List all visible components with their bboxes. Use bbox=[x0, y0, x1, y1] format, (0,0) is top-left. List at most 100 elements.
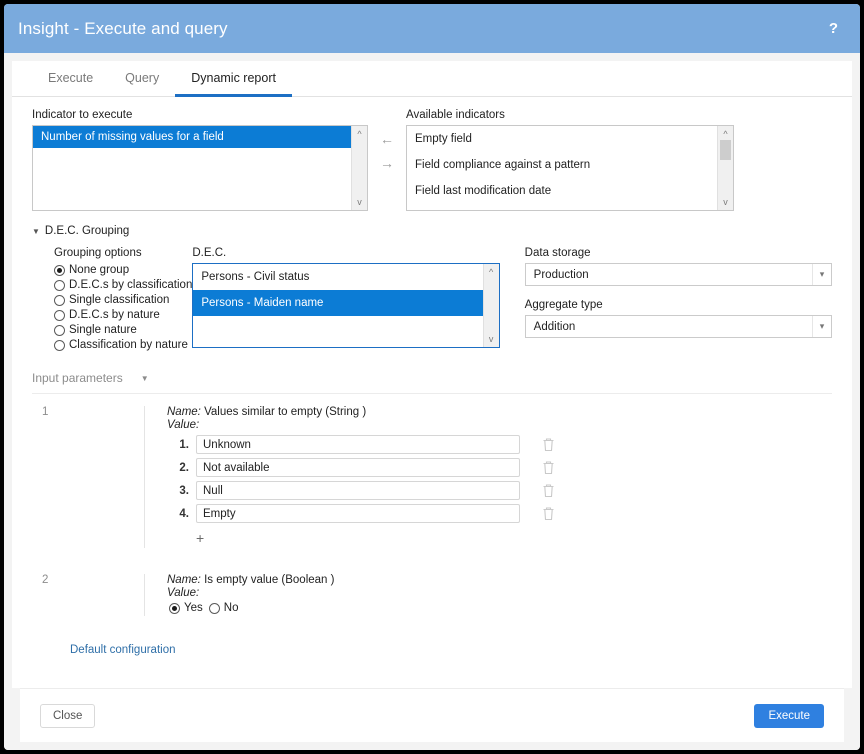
radio-classification-by-nature[interactable]: Classification by nature bbox=[54, 338, 192, 353]
indicator-to-execute-scrollbar[interactable]: ^ v bbox=[351, 126, 367, 210]
default-configuration-link[interactable]: Default configuration bbox=[32, 644, 832, 656]
radio-decs-by-classification[interactable]: D.E.C.s by classification bbox=[54, 278, 192, 293]
scrollbar-thumb[interactable] bbox=[720, 140, 731, 160]
value-index: 3. bbox=[167, 485, 189, 497]
param-value-row: 3. bbox=[167, 481, 832, 500]
radio-single-classification[interactable]: Single classification bbox=[54, 293, 192, 308]
value-input-4[interactable] bbox=[196, 504, 520, 523]
dec-grouping-row: Grouping options None group D.E.C.s by c… bbox=[32, 247, 832, 353]
add-value-row: + bbox=[167, 530, 832, 548]
move-right-icon[interactable]: → bbox=[380, 155, 394, 171]
footer-spacer bbox=[12, 742, 852, 750]
value-index: 1. bbox=[167, 439, 189, 451]
content-panel: Execute Query Dynamic report Indicator t… bbox=[12, 61, 852, 688]
param-name-line: Name: Is empty value (Boolean ) bbox=[167, 574, 832, 586]
radio-icon bbox=[54, 295, 65, 306]
dynamic-report-content: Indicator to execute Number of missing v… bbox=[12, 97, 852, 688]
available-indicators-scrollbar[interactable]: ^ v bbox=[717, 126, 733, 210]
radio-no[interactable]: No bbox=[209, 601, 239, 616]
radio-label: D.E.C.s by nature bbox=[69, 308, 160, 323]
radio-yes[interactable]: Yes bbox=[169, 601, 203, 616]
chevron-down-icon[interactable]: ▾ bbox=[812, 316, 831, 337]
value-input-2[interactable] bbox=[196, 458, 520, 477]
param-value-label: Value: bbox=[167, 587, 832, 599]
param-name-prefix: Name: bbox=[167, 574, 201, 586]
data-storage-label: Data storage bbox=[525, 247, 832, 259]
list-item[interactable]: Field last modification date bbox=[407, 178, 717, 204]
param-row: 1 Name: Values similar to empty (String … bbox=[32, 406, 832, 548]
tab-dynamic-report[interactable]: Dynamic report bbox=[175, 71, 292, 97]
list-item[interactable]: Persons - Maiden name bbox=[193, 290, 482, 316]
radio-single-nature[interactable]: Single nature bbox=[54, 323, 192, 338]
execute-button[interactable]: Execute bbox=[754, 704, 824, 728]
tab-bar: Execute Query Dynamic report bbox=[12, 61, 852, 97]
available-indicators-listbox[interactable]: Empty field Field compliance against a p… bbox=[406, 125, 734, 211]
radio-decs-by-nature[interactable]: D.E.C.s by nature bbox=[54, 308, 192, 323]
list-item[interactable]: Number of missing values for a field bbox=[33, 126, 351, 148]
list-item[interactable]: Empty field bbox=[407, 126, 717, 152]
plus-icon[interactable]: + bbox=[196, 530, 204, 546]
indicator-to-execute-group: Indicator to execute Number of missing v… bbox=[32, 109, 368, 211]
grouping-options-group: Grouping options None group D.E.C.s by c… bbox=[54, 247, 192, 353]
radio-icon bbox=[54, 310, 65, 321]
help-icon[interactable]: ? bbox=[825, 18, 842, 39]
dec-grouping-header[interactable]: ▼ D.E.C. Grouping bbox=[32, 225, 832, 237]
radio-none-group[interactable]: None group bbox=[54, 263, 192, 278]
scroll-down-icon[interactable]: v bbox=[718, 196, 733, 208]
scroll-down-icon[interactable]: v bbox=[352, 196, 367, 208]
radio-label: Yes bbox=[184, 601, 203, 616]
scroll-up-icon[interactable]: ^ bbox=[484, 266, 499, 278]
radio-icon bbox=[54, 325, 65, 336]
dialog-footer: Close Execute bbox=[20, 688, 844, 742]
scroll-down-icon[interactable]: v bbox=[484, 333, 499, 345]
chevron-down-icon: ▼ bbox=[32, 228, 40, 236]
param-value-row: 4. bbox=[167, 504, 832, 523]
delete-icon[interactable] bbox=[542, 483, 555, 498]
input-parameters-header[interactable]: Input parameters ▼ bbox=[32, 371, 832, 394]
param-name: Is empty value (Boolean ) bbox=[201, 574, 335, 586]
tab-execute[interactable]: Execute bbox=[32, 71, 109, 97]
dec-label: D.E.C. bbox=[192, 247, 499, 259]
param-body: Name: Values similar to empty (String ) … bbox=[144, 406, 832, 548]
chevron-down-icon[interactable]: ▾ bbox=[812, 264, 831, 285]
value-index: 4. bbox=[167, 508, 189, 520]
tab-query[interactable]: Query bbox=[109, 71, 175, 97]
data-storage-select[interactable]: Production ▾ bbox=[525, 263, 832, 286]
boolean-choice-row: Yes No bbox=[167, 601, 832, 616]
list-item[interactable]: Field compliance against a pattern bbox=[407, 152, 717, 178]
delete-icon[interactable] bbox=[542, 437, 555, 452]
radio-label: Classification by nature bbox=[69, 338, 188, 353]
indicator-to-execute-label: Indicator to execute bbox=[32, 109, 368, 121]
aggregate-type-label: Aggregate type bbox=[525, 299, 832, 311]
delete-icon[interactable] bbox=[542, 506, 555, 521]
param-row: 2 Name: Is empty value (Boolean ) Value:… bbox=[32, 574, 832, 616]
indicator-selection-row: Indicator to execute Number of missing v… bbox=[32, 109, 832, 211]
radio-icon bbox=[209, 603, 220, 614]
param-name-line: Name: Values similar to empty (String ) bbox=[167, 406, 832, 418]
list-item[interactable]: Field min-max modifications for a period… bbox=[407, 204, 717, 210]
param-index: 1 bbox=[32, 406, 144, 548]
available-indicators-group: Available indicators Empty field Field c… bbox=[406, 109, 734, 211]
delete-icon[interactable] bbox=[542, 460, 555, 475]
chevron-down-icon[interactable]: ▼ bbox=[141, 374, 149, 383]
insight-dialog: Insight - Execute and query ? Execute Qu… bbox=[4, 4, 860, 750]
value-input-1[interactable] bbox=[196, 435, 520, 454]
data-storage-value: Production bbox=[534, 269, 589, 281]
radio-label: D.E.C.s by classification bbox=[69, 278, 192, 293]
move-left-icon[interactable]: ← bbox=[380, 131, 394, 147]
value-input-3[interactable] bbox=[196, 481, 520, 500]
param-index: 2 bbox=[32, 574, 144, 616]
dec-listbox[interactable]: Persons - Civil status Persons - Maiden … bbox=[192, 263, 499, 348]
param-name: Values similar to empty (String ) bbox=[201, 406, 366, 418]
dialog-body: Execute Query Dynamic report Indicator t… bbox=[4, 53, 860, 750]
close-button[interactable]: Close bbox=[40, 704, 95, 728]
indicator-to-execute-listbox[interactable]: Number of missing values for a field ^ v bbox=[32, 125, 368, 211]
scroll-up-icon[interactable]: ^ bbox=[718, 128, 733, 140]
list-item[interactable]: Persons - Civil status bbox=[193, 264, 482, 290]
aggregate-type-select[interactable]: Addition ▾ bbox=[525, 315, 832, 338]
dec-scrollbar[interactable]: ^ v bbox=[483, 264, 499, 347]
radio-label: None group bbox=[69, 263, 129, 278]
radio-icon bbox=[54, 280, 65, 291]
scroll-up-icon[interactable]: ^ bbox=[352, 128, 367, 140]
radio-label: No bbox=[224, 601, 239, 616]
